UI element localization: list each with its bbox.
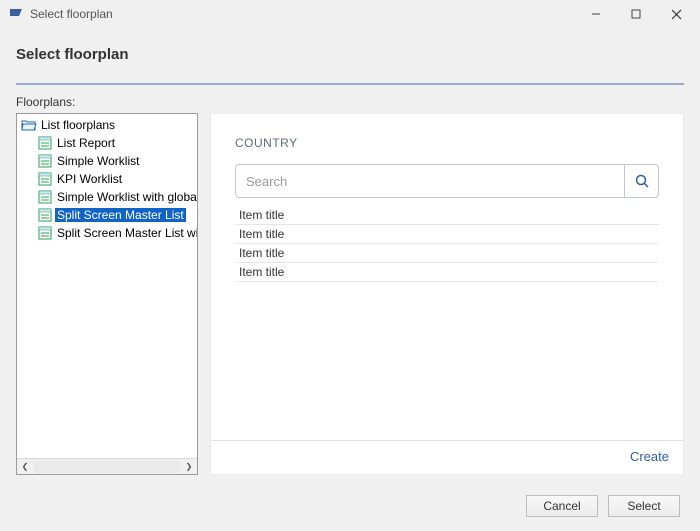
scroll-track[interactable] xyxy=(34,461,180,473)
tree-item-label: Simple Worklist xyxy=(55,154,141,168)
select-button[interactable]: Select xyxy=(608,495,680,517)
list-item[interactable]: Item title xyxy=(235,206,659,225)
list-item-title: Item title xyxy=(239,265,284,279)
maximize-button[interactable] xyxy=(616,0,656,28)
list-item[interactable]: Item title xyxy=(235,263,659,282)
template-icon xyxy=(37,153,53,169)
search-input[interactable] xyxy=(236,165,624,197)
list-item-title: Item title xyxy=(239,246,284,260)
window-title: Select floorplan xyxy=(30,7,576,21)
floorplans-tree[interactable]: List floorplans List Report xyxy=(17,114,197,458)
tree-item-simple-worklist[interactable]: Simple Worklist xyxy=(17,152,197,170)
tree-item-kpi-worklist[interactable]: KPI Worklist xyxy=(17,170,197,188)
search-field[interactable] xyxy=(235,164,659,198)
close-button[interactable] xyxy=(656,0,696,28)
scroll-right-icon[interactable]: ❯ xyxy=(181,459,197,475)
dialog-footer: Cancel Select xyxy=(0,485,700,531)
list-item[interactable]: Item title xyxy=(235,244,659,263)
tree-item-label: KPI Worklist xyxy=(55,172,124,186)
minimize-button[interactable] xyxy=(576,0,616,28)
scroll-left-icon[interactable]: ❮ xyxy=(17,459,33,475)
tree-item-split-screen-master-list-amount[interactable]: Split Screen Master List with amou xyxy=(17,224,197,242)
divider xyxy=(16,83,684,85)
floorplans-tree-panel: List floorplans List Report xyxy=(16,113,198,475)
preview-panel: COUNTRY Item title Item title Item title… xyxy=(210,113,684,475)
tree-item-label: Split Screen Master List xyxy=(55,208,186,222)
template-icon xyxy=(37,207,53,223)
template-icon xyxy=(37,225,53,241)
tree-item-label: List Report xyxy=(55,136,117,150)
template-icon xyxy=(37,189,53,205)
search-button[interactable] xyxy=(624,165,658,197)
preview-item-list: Item title Item title Item title Item ti… xyxy=(235,206,659,282)
tree-folder-label: List floorplans xyxy=(39,118,117,132)
cancel-button[interactable]: Cancel xyxy=(526,495,598,517)
page-title: Select floorplan xyxy=(16,46,684,63)
create-link[interactable]: Create xyxy=(630,449,669,464)
search-icon xyxy=(634,173,650,189)
tree-folder-root[interactable]: List floorplans xyxy=(17,116,197,134)
list-item-title: Item title xyxy=(239,227,284,241)
tree-item-list-report[interactable]: List Report xyxy=(17,134,197,152)
sidebar-section-label: Floorplans: xyxy=(16,95,684,109)
template-icon xyxy=(37,135,53,151)
floorplan-app-icon xyxy=(8,6,24,22)
tree-item-label: Simple Worklist with global action xyxy=(55,190,197,204)
list-item-title: Item title xyxy=(239,208,284,222)
template-icon xyxy=(37,171,53,187)
preview-title: COUNTRY xyxy=(235,136,659,150)
tree-item-simple-worklist-global[interactable]: Simple Worklist with global action xyxy=(17,188,197,206)
horizontal-scrollbar[interactable]: ❮ ❯ xyxy=(17,458,197,474)
titlebar[interactable]: Select floorplan xyxy=(0,0,700,28)
tree-item-label: Split Screen Master List with amou xyxy=(55,226,197,240)
folder-open-icon xyxy=(21,117,37,133)
list-item[interactable]: Item title xyxy=(235,225,659,244)
tree-item-split-screen-master-list[interactable]: Split Screen Master List xyxy=(17,206,197,224)
